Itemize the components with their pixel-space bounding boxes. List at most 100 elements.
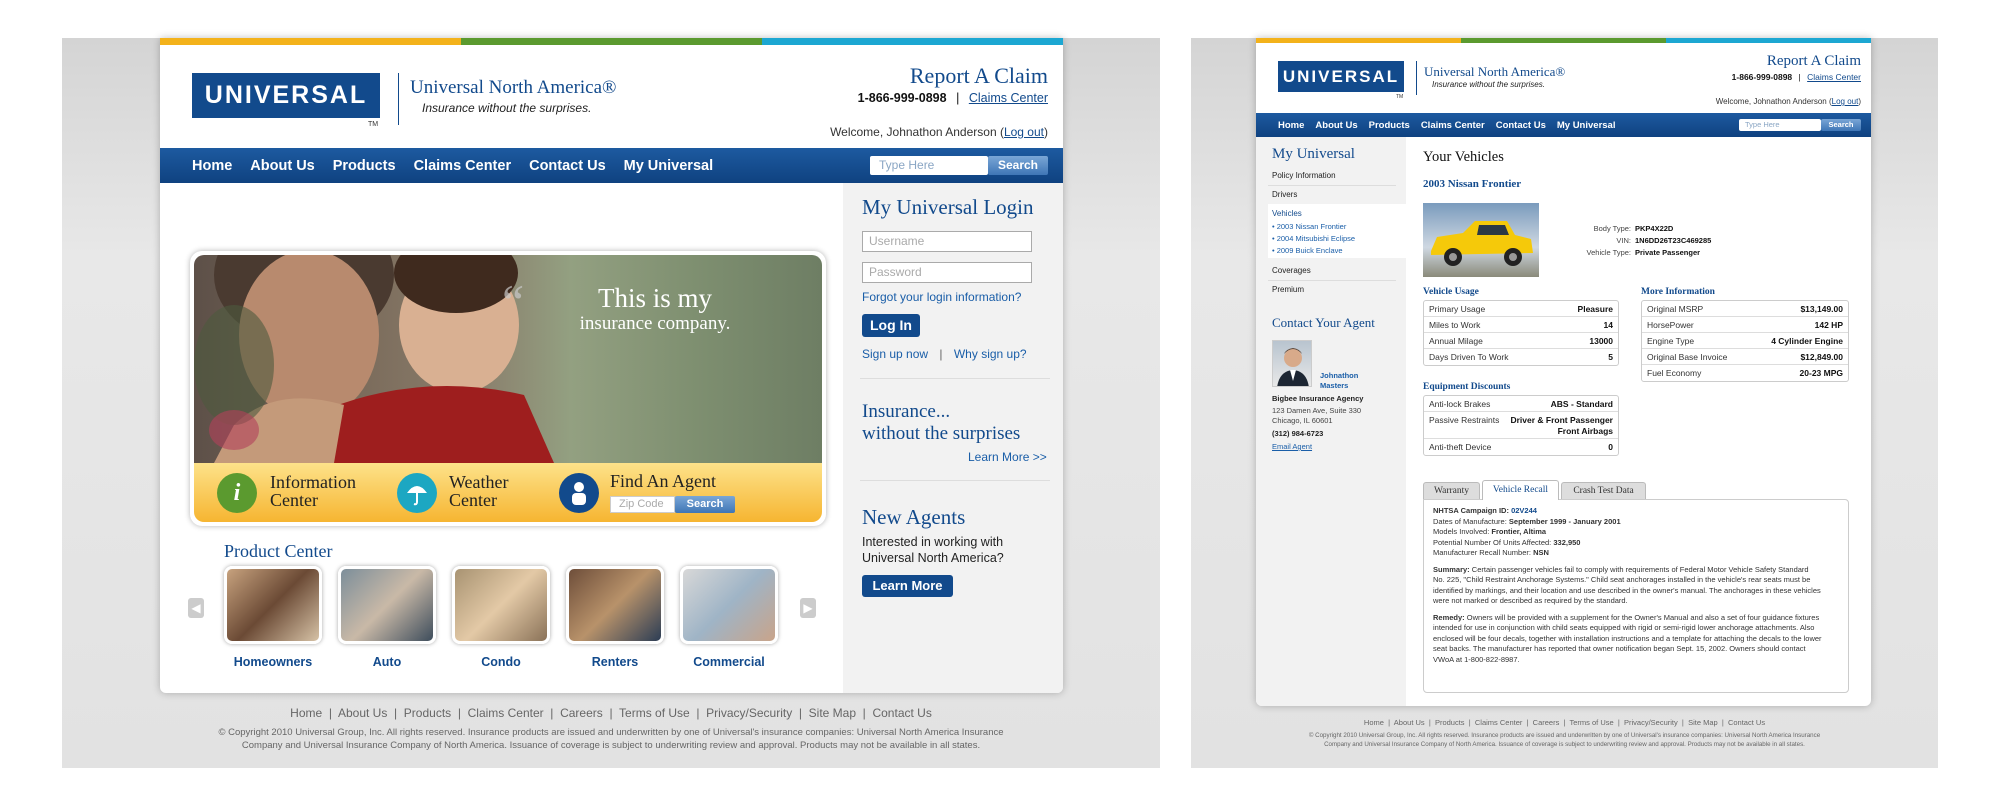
tab-warranty[interactable]: Warranty [1423,482,1480,499]
auto-thumbnail[interactable] [338,566,436,644]
trademark-mark: TM [1396,94,1404,100]
weather-center-link[interactable]: Weather Center [449,473,509,509]
footer-about-us[interactable]: About Us [1394,718,1425,727]
footer-home[interactable]: Home [1364,718,1384,727]
footer-contact-us[interactable]: Contact Us [872,706,931,720]
sidebar-item-coverages[interactable]: Coverages [1272,266,1311,275]
login-button[interactable]: Log In [862,314,920,337]
footer-claims-center[interactable]: Claims Center [1475,718,1523,727]
condo-thumbnail[interactable] [452,566,550,644]
nav-home[interactable]: Home [1278,120,1304,131]
carousel-next-arrow[interactable]: ▶ [800,598,816,618]
search-button[interactable]: Search [1821,119,1861,131]
claims-center-link[interactable]: Claims Center [969,91,1048,105]
sidebar-item-policy-information[interactable]: Policy Information [1272,171,1336,180]
universal-logo[interactable]: UNIVERSAL [192,73,380,118]
commercial-link[interactable]: Commercial [674,655,784,669]
tab-crash-test-data[interactable]: Crash Test Data [1561,482,1646,499]
agent-person-icon[interactable] [559,473,599,513]
hero-line-1: This is my [597,283,712,313]
find-agent-title: Find An Agent [610,471,717,491]
nav-products[interactable]: Products [1369,120,1410,131]
password-input[interactable]: Password [862,262,1032,283]
nav-claims-center[interactable]: Claims Center [414,158,512,174]
email-agent-link[interactable]: Email Agent [1272,442,1312,451]
report-claim-link[interactable]: Report A Claim [1767,53,1861,70]
welcome-close: ) [1044,125,1048,139]
zip-search-button[interactable]: Search [675,496,735,513]
search-input[interactable]: Type Here [870,156,988,175]
zip-code-input[interactable]: Zip Code [610,496,675,513]
vehicle-link-mitsubishi[interactable]: • 2004 Mitsubishi Eclipse [1272,234,1355,243]
vehicle-link-buick[interactable]: • 2009 Buick Enclave [1272,246,1343,255]
vehicle-page-card: UNIVERSAL TM Universal North America® In… [1256,38,1871,706]
sign-up-link[interactable]: Sign up now [862,347,928,361]
nav-contact-us[interactable]: Contact Us [529,158,606,174]
agent-photo [1272,340,1312,387]
footer-contact-us[interactable]: Contact Us [1728,718,1765,727]
nav-my-universal[interactable]: My Universal [1557,120,1616,131]
table-row: Passive Restraints Driver & Front Passeng… [1424,412,1618,439]
universal-logo[interactable]: UNIVERSAL [1278,61,1404,92]
username-input[interactable]: Username [862,231,1032,252]
footer-privacy[interactable]: Privacy/Security [706,706,792,720]
footer-privacy[interactable]: Privacy/Security [1624,718,1678,727]
nav-claims-center[interactable]: Claims Center [1421,120,1485,131]
why-sign-up-link[interactable]: Why sign up? [954,347,1027,361]
tab-vehicle-recall[interactable]: Vehicle Recall [1482,480,1559,500]
footer-site-map[interactable]: Site Map [809,706,856,720]
renters-link[interactable]: Renters [560,655,670,669]
footer-site-map[interactable]: Site Map [1688,718,1718,727]
agent-name-link[interactable]: Johnathon Masters [1320,371,1358,391]
commercial-thumbnail[interactable] [680,566,778,644]
renters-thumbnail[interactable] [566,566,664,644]
info-center-link[interactable]: Information Center [270,473,356,509]
footer-terms[interactable]: Terms of Use [1570,718,1614,727]
recall-summary: Summary: Certain passenger vehicles fail… [1433,564,1821,606]
nav-about-us[interactable]: About Us [250,158,314,174]
homeowners-link[interactable]: Homeowners [218,655,328,669]
nav-home[interactable]: Home [192,158,232,174]
sidebar-item-premium[interactable]: Premium [1272,285,1304,294]
footer-home[interactable]: Home [290,706,322,720]
footer-careers[interactable]: Careers [1533,718,1560,727]
open-quote-mark: “ [502,274,525,330]
learn-more-button[interactable]: Learn More [862,575,953,597]
carousel-prev-arrow[interactable]: ◀ [188,598,204,618]
footer-terms[interactable]: Terms of Use [619,706,690,720]
quick-links-bar: i Information Center Weather Center Find A… [194,463,822,522]
logo-divider [398,73,399,125]
forgot-login-link[interactable]: Forgot your login information? [862,290,1021,304]
logout-link[interactable]: Log out [1832,97,1859,106]
condo-link[interactable]: Condo [446,655,556,669]
footer-careers[interactable]: Careers [560,706,603,720]
search-button[interactable]: Search [988,156,1048,175]
new-agents-title: New Agents [862,505,966,529]
nav-products[interactable]: Products [333,158,396,174]
footer-about-us[interactable]: About Us [338,706,387,720]
recall-dates: Dates of Manufacture: September 1999 - J… [1433,516,1621,526]
footer-products[interactable]: Products [1435,718,1465,727]
table-row: Original MSRP $13,149.00 [1642,301,1848,317]
brand-tagline: Insurance without the surprises. [1432,80,1545,89]
vehicle-usage-title: Vehicle Usage [1423,287,1479,297]
logout-link[interactable]: Log out [1004,125,1044,139]
report-claim-link[interactable]: Report A Claim [910,63,1048,89]
footer-products[interactable]: Products [404,706,451,720]
umbrella-icon[interactable] [397,473,437,513]
auto-link[interactable]: Auto [332,655,442,669]
search-input[interactable]: Type Here [1739,119,1821,131]
nav-contact-us[interactable]: Contact Us [1496,120,1546,131]
nav-my-universal[interactable]: My Universal [624,158,713,174]
nav-about-us[interactable]: About Us [1315,120,1357,131]
vehicle-link-nissan[interactable]: • 2003 Nissan Frontier [1272,222,1346,231]
footer-claims-center[interactable]: Claims Center [468,706,544,720]
info-icon[interactable]: i [217,473,257,513]
homeowners-thumbnail[interactable] [224,566,322,644]
footer-nav: Home | About Us | Products | Claims Cent… [1363,718,1766,727]
claims-center-link[interactable]: Claims Center [1807,72,1861,82]
sidebar-item-drivers[interactable]: Drivers [1272,190,1297,199]
recall-units: Potential Number Of Units Affected: 332,… [1433,537,1581,547]
insurance-learn-more-link[interactable]: Learn More >> [968,450,1047,464]
sidebar-item-vehicles[interactable]: Vehicles [1272,209,1302,218]
